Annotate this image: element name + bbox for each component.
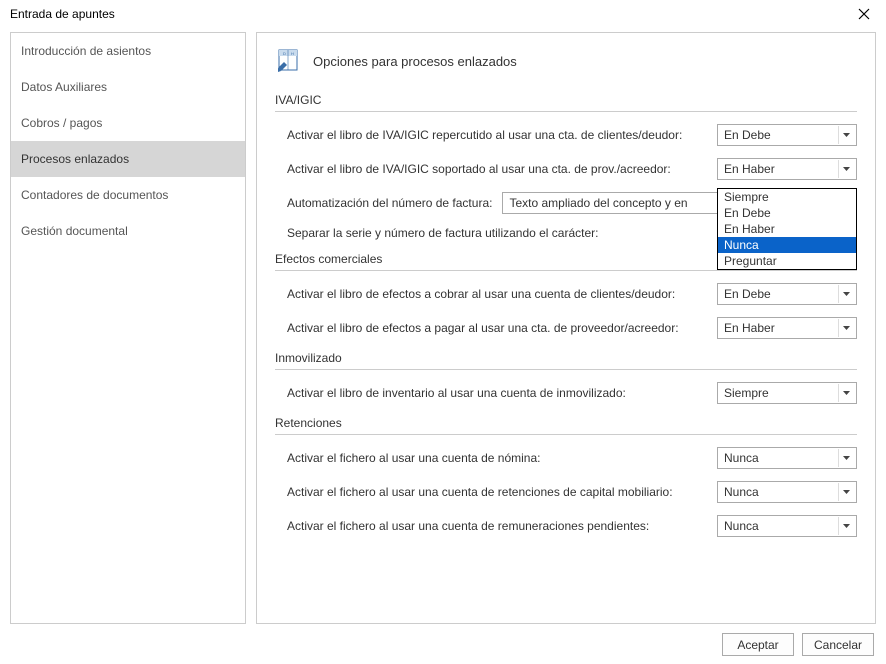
label-retenciones-capital: Activar el fichero al usar una cuenta de…	[287, 485, 717, 499]
label-iva-soportado: Activar el libro de IVA/IGIC soportado a…	[287, 162, 717, 176]
button-bar: Aceptar Cancelar	[722, 633, 874, 656]
combo-retenciones-nomina[interactable]: Nunca	[717, 447, 857, 469]
combo-efectos-cobrar[interactable]: En Debe	[717, 283, 857, 305]
combo-value: En Debe	[724, 128, 771, 142]
sidebar-item-cobros-pagos[interactable]: Cobros / pagos	[11, 105, 245, 141]
row-retenciones-capital: Activar el fichero al usar una cuenta de…	[275, 481, 857, 503]
combo-value: Nunca	[724, 485, 759, 499]
sidebar-item-contadores[interactable]: Contadores de documentos	[11, 177, 245, 213]
row-iva-soportado: Activar el libro de IVA/IGIC soportado a…	[275, 158, 857, 180]
section-header-iva: IVA/IGIC	[275, 93, 857, 112]
main-area: Introducción de asientos Datos Auxiliare…	[0, 32, 886, 624]
section-header-retenciones: Retenciones	[275, 416, 857, 435]
combo-value: En Haber	[724, 162, 775, 176]
dropdown-option[interactable]: Preguntar	[718, 253, 856, 269]
row-retenciones-remuneraciones: Activar el fichero al usar una cuenta de…	[275, 515, 857, 537]
label-retenciones-nomina: Activar el fichero al usar una cuenta de…	[287, 451, 717, 465]
close-icon[interactable]	[852, 2, 876, 26]
row-efectos-cobrar: Activar el libro de efectos a cobrar al …	[275, 283, 857, 305]
label-autofactura: Automatización del número de factura:	[287, 196, 492, 210]
label-iva-repercutido: Activar el libro de IVA/IGIC repercutido…	[287, 128, 717, 142]
chevron-down-icon	[838, 126, 854, 144]
label-separar-serie: Separar la serie y número de factura uti…	[287, 226, 599, 240]
chevron-down-icon	[838, 160, 854, 178]
input-value: Texto ampliado del concepto y en	[509, 196, 687, 210]
combo-iva-repercutido[interactable]: En Debe	[717, 124, 857, 146]
svg-text:H: H	[291, 51, 294, 56]
dropdown-option[interactable]: Nunca	[718, 237, 856, 253]
combo-value: Siempre	[724, 386, 769, 400]
sidebar-item-gestion-documental[interactable]: Gestión documental	[11, 213, 245, 249]
accept-button[interactable]: Aceptar	[722, 633, 794, 656]
dropdown-option[interactable]: Siempre	[718, 189, 856, 205]
section-header-inmovilizado: Inmovilizado	[275, 351, 857, 370]
combo-value: En Haber	[724, 321, 775, 335]
dropdown-option[interactable]: En Haber	[718, 221, 856, 237]
row-efectos-pagar: Activar el libro de efectos a pagar al u…	[275, 317, 857, 339]
chevron-down-icon	[838, 384, 854, 402]
label-efectos-pagar: Activar el libro de efectos a pagar al u…	[287, 321, 717, 335]
combo-retenciones-capital[interactable]: Nunca	[717, 481, 857, 503]
sidebar-item-introduccion[interactable]: Introducción de asientos	[11, 33, 245, 69]
row-retenciones-nomina: Activar el fichero al usar una cuenta de…	[275, 447, 857, 469]
sidebar-item-procesos-enlazados[interactable]: Procesos enlazados	[11, 141, 245, 177]
content-panel: D H Opciones para procesos enlazados IVA…	[256, 32, 876, 624]
titlebar: Entrada de apuntes	[0, 0, 886, 32]
page-header: D H Opciones para procesos enlazados	[275, 47, 857, 75]
combo-iva-soportado[interactable]: En Haber	[717, 158, 857, 180]
combo-value: En Debe	[724, 287, 771, 301]
combo-retenciones-remuneraciones[interactable]: Nunca	[717, 515, 857, 537]
label-retenciones-remuneraciones: Activar el fichero al usar una cuenta de…	[287, 519, 717, 533]
page-title: Opciones para procesos enlazados	[313, 54, 517, 69]
sidebar: Introducción de asientos Datos Auxiliare…	[10, 32, 246, 624]
cancel-button[interactable]: Cancelar	[802, 633, 874, 656]
label-inmovilizado-inventario: Activar el libro de inventario al usar u…	[287, 386, 717, 400]
dropdown-option[interactable]: En Debe	[718, 205, 856, 221]
chevron-down-icon	[838, 483, 854, 501]
window-title: Entrada de apuntes	[10, 7, 115, 21]
chevron-down-icon	[838, 517, 854, 535]
row-iva-repercutido: Activar el libro de IVA/IGIC repercutido…	[275, 124, 857, 146]
page-icon: D H	[275, 47, 303, 75]
row-inmovilizado-inventario: Activar el libro de inventario al usar u…	[275, 382, 857, 404]
chevron-down-icon	[838, 319, 854, 337]
combo-value: Nunca	[724, 451, 759, 465]
sidebar-item-datos-auxiliares[interactable]: Datos Auxiliares	[11, 69, 245, 105]
combo-efectos-pagar[interactable]: En Haber	[717, 317, 857, 339]
chevron-down-icon	[838, 449, 854, 467]
combo-value: Nunca	[724, 519, 759, 533]
label-efectos-cobrar: Activar el libro de efectos a cobrar al …	[287, 287, 717, 301]
dropdown-list-iva-soportado[interactable]: Siempre En Debe En Haber Nunca Preguntar	[717, 188, 857, 270]
combo-inmovilizado-inventario[interactable]: Siempre	[717, 382, 857, 404]
svg-text:D: D	[283, 51, 286, 56]
chevron-down-icon	[838, 285, 854, 303]
